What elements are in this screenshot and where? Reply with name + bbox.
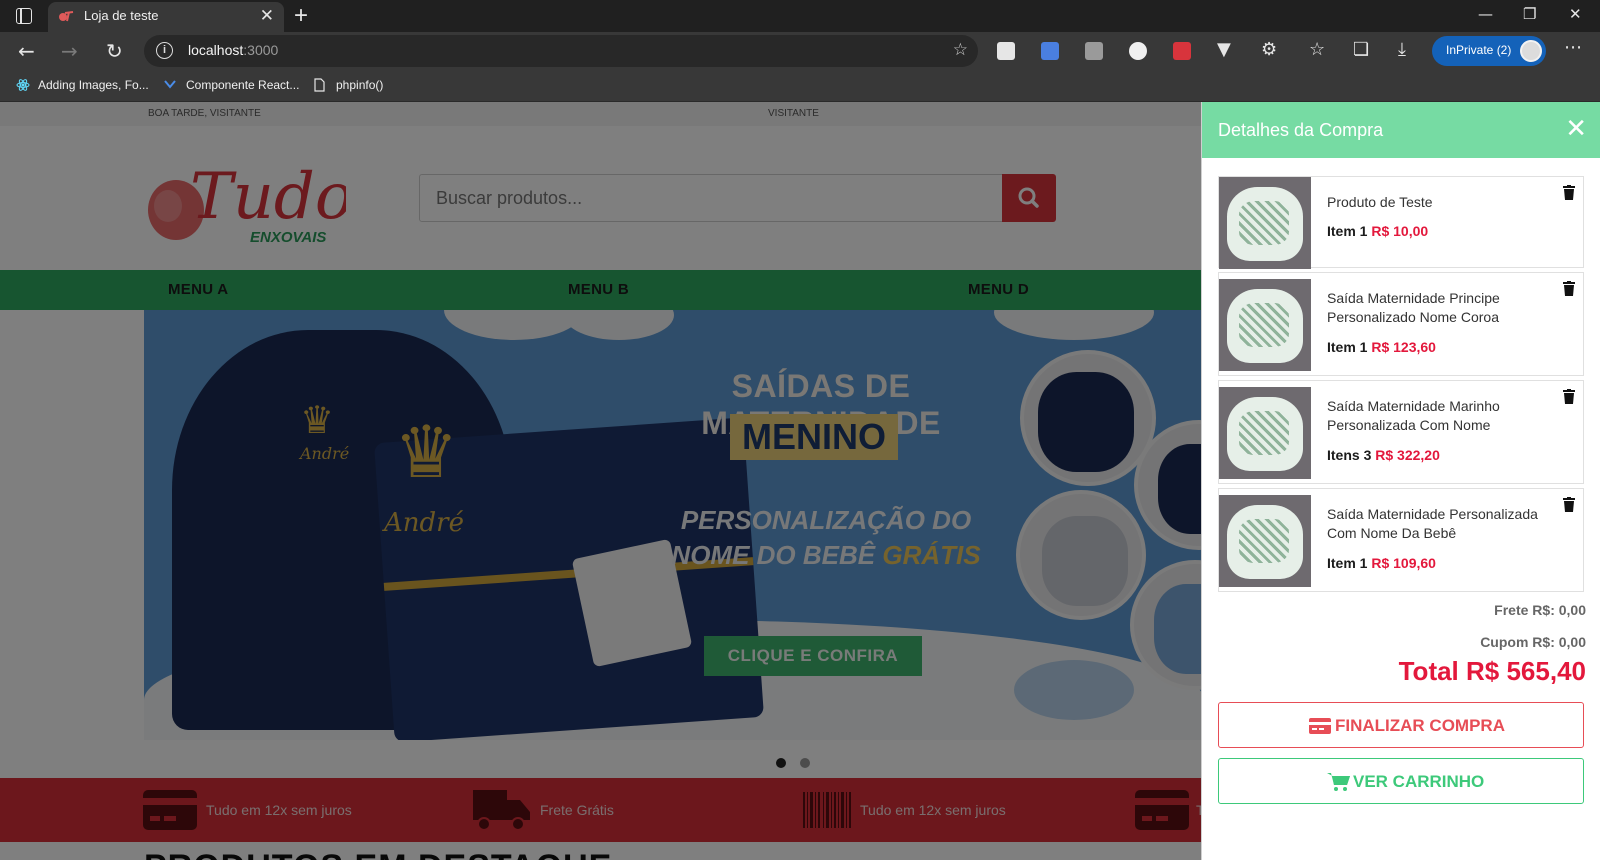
reload-icon[interactable]: ↻ <box>106 39 123 63</box>
drawer-header: Detalhes da Compra ✕ <box>1202 102 1600 158</box>
new-tab-icon[interactable]: + <box>294 2 308 30</box>
extension-5-icon[interactable] <box>1173 42 1191 60</box>
trash-icon[interactable] <box>1563 281 1575 296</box>
bookmark-item[interactable]: Componente React... <box>186 78 299 92</box>
forward-icon[interactable]: → <box>61 39 78 63</box>
finalize-label: FINALIZAR COMPRA <box>1335 716 1505 735</box>
site-info-icon[interactable]: i <box>156 42 173 59</box>
bookmarks-bar: Adding Images, Fo... Componente React...… <box>0 70 1600 102</box>
page-icon <box>314 78 325 92</box>
item-name: Saída Maternidade Principe Personalizado… <box>1327 290 1500 325</box>
extension-2-icon[interactable] <box>1041 42 1059 60</box>
extensions-icon[interactable]: ⚙ <box>1261 39 1277 60</box>
product-thumbnail <box>1219 495 1311 587</box>
bookmark-item[interactable]: phpinfo() <box>336 78 383 92</box>
drawer-title: Detalhes da Compra <box>1218 120 1384 140</box>
downloads-icon[interactable]: ⤓ <box>1398 39 1406 60</box>
extension-4-icon[interactable] <box>1129 42 1147 60</box>
item-name: Saída Maternidade Marinho Personalizada … <box>1327 398 1500 433</box>
trash-icon[interactable] <box>1563 389 1575 404</box>
view-cart-button[interactable]: VER CARRINHO <box>1218 758 1584 804</box>
minimize-icon[interactable]: — <box>1478 5 1493 23</box>
cart-item: Produto de Teste Item 1 R$ 10,00 <box>1218 176 1584 269</box>
window-close-icon[interactable]: ✕ <box>1569 5 1582 23</box>
cart-item: Saída Maternidade Personalizada Com Nome… <box>1218 488 1584 592</box>
inprivate-label: InPrivate (2) <box>1446 43 1512 57</box>
item-name: Saída Maternidade Personalizada Com Nome… <box>1327 506 1538 541</box>
extension-3-icon[interactable] <box>1085 42 1103 60</box>
credit-card-icon <box>1309 718 1331 734</box>
order-total: Total R$ 565,40 <box>1398 656 1586 686</box>
coupon-discount: Cupom R$: 0,00 <box>1480 634 1586 650</box>
vue-devtools-icon[interactable]: ▼ <box>1217 39 1231 60</box>
item-quantity-price: Item 1 R$ 123,60 <box>1327 339 1436 355</box>
product-thumbnail <box>1219 177 1311 269</box>
item-quantity-price: Item 1 R$ 109,60 <box>1327 555 1436 571</box>
finalize-purchase-button[interactable]: FINALIZAR COMPRA <box>1218 702 1584 748</box>
cart-item: Saída Maternidade Marinho Personalizada … <box>1218 380 1584 484</box>
view-cart-label: VER CARRINHO <box>1353 772 1485 791</box>
extension-1-icon[interactable] <box>997 42 1015 60</box>
close-icon[interactable]: ✕ <box>1565 114 1587 144</box>
inprivate-button[interactable]: InPrivate (2) <box>1432 36 1546 66</box>
favorites-icon[interactable]: ☆ <box>1309 39 1325 60</box>
back-icon[interactable]: ← <box>18 39 35 63</box>
tab-bar: Loja de teste ✕ + — ❐ ✕ <box>0 0 1600 32</box>
address-bar[interactable]: i localhost:3000 ☆ <box>144 35 978 67</box>
browser-toolbar: ← → ↻ i localhost:3000 ☆ ▼ ⚙ ☆ ❏ ⤓ InPri… <box>0 32 1600 70</box>
cart-item: Saída Maternidade Principe Personalizado… <box>1218 272 1584 376</box>
profile-avatar <box>1520 40 1542 62</box>
restore-icon[interactable]: ❐ <box>1523 5 1536 23</box>
product-thumbnail <box>1219 279 1311 371</box>
cart-drawer: Detalhes da Compra ✕ Produto de Teste It… <box>1201 102 1600 860</box>
trash-icon[interactable] <box>1563 185 1575 200</box>
collections-icon[interactable]: ❏ <box>1353 39 1369 60</box>
item-quantity-price: Item 1 R$ 10,00 <box>1327 223 1429 239</box>
bookmark-item[interactable]: Adding Images, Fo... <box>38 78 149 92</box>
item-name: Produto de Teste <box>1327 194 1433 210</box>
bookmark-site-icon <box>164 80 176 89</box>
url-text: localhost:3000 <box>188 42 279 58</box>
shopping-cart-icon <box>1327 773 1350 791</box>
favorite-add-icon[interactable]: ☆ <box>953 40 968 60</box>
browser-tab[interactable]: Loja de teste ✕ <box>48 2 284 32</box>
trash-icon[interactable] <box>1563 497 1575 512</box>
more-options-icon[interactable]: ⋯ <box>1564 37 1582 58</box>
product-thumbnail <box>1219 387 1311 479</box>
shipping-cost: Frete R$: 0,00 <box>1494 602 1586 618</box>
tab-close-icon[interactable]: ✕ <box>260 6 274 26</box>
tab-actions-icon[interactable] <box>16 8 32 24</box>
react-icon <box>16 79 30 91</box>
item-quantity-price: Itens 3 R$ 322,20 <box>1327 447 1440 463</box>
tab-title: Loja de teste <box>84 8 159 23</box>
site-favicon-icon <box>59 11 74 22</box>
